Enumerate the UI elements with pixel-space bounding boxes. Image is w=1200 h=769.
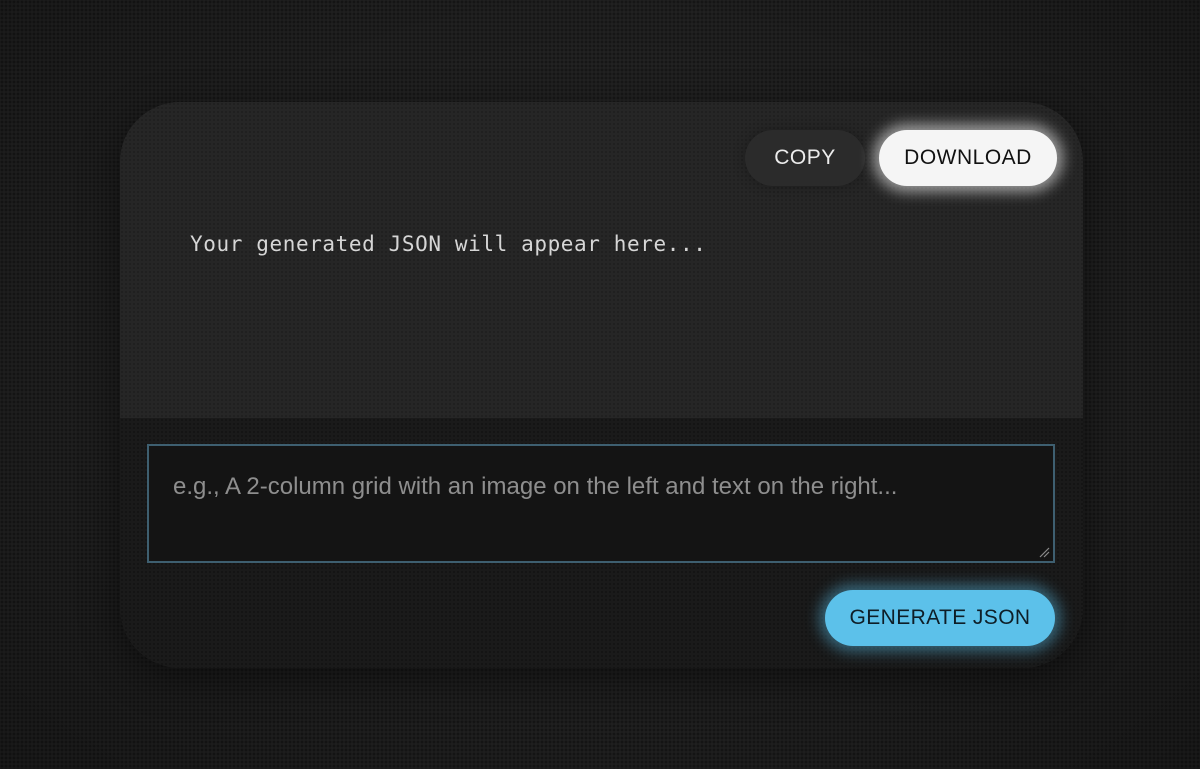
copy-button[interactable]: COPY	[745, 130, 865, 186]
output-toolbar: COPY DOWNLOAD	[745, 130, 1057, 186]
json-generator-card: COPY DOWNLOAD Your generated JSON will a…	[120, 102, 1083, 668]
prompt-panel: e.g., A 2-column grid with an image on t…	[120, 418, 1083, 668]
prompt-placeholder: e.g., A 2-column grid with an image on t…	[173, 473, 898, 500]
download-button[interactable]: DOWNLOAD	[879, 130, 1057, 186]
json-output-placeholder: Your generated JSON will appear here...	[190, 232, 707, 256]
json-output-panel: COPY DOWNLOAD Your generated JSON will a…	[120, 102, 1083, 418]
prompt-textarea[interactable]: e.g., A 2-column grid with an image on t…	[147, 444, 1055, 563]
generate-json-button[interactable]: GENERATE JSON	[825, 590, 1055, 646]
resize-handle-icon[interactable]	[1038, 546, 1050, 558]
